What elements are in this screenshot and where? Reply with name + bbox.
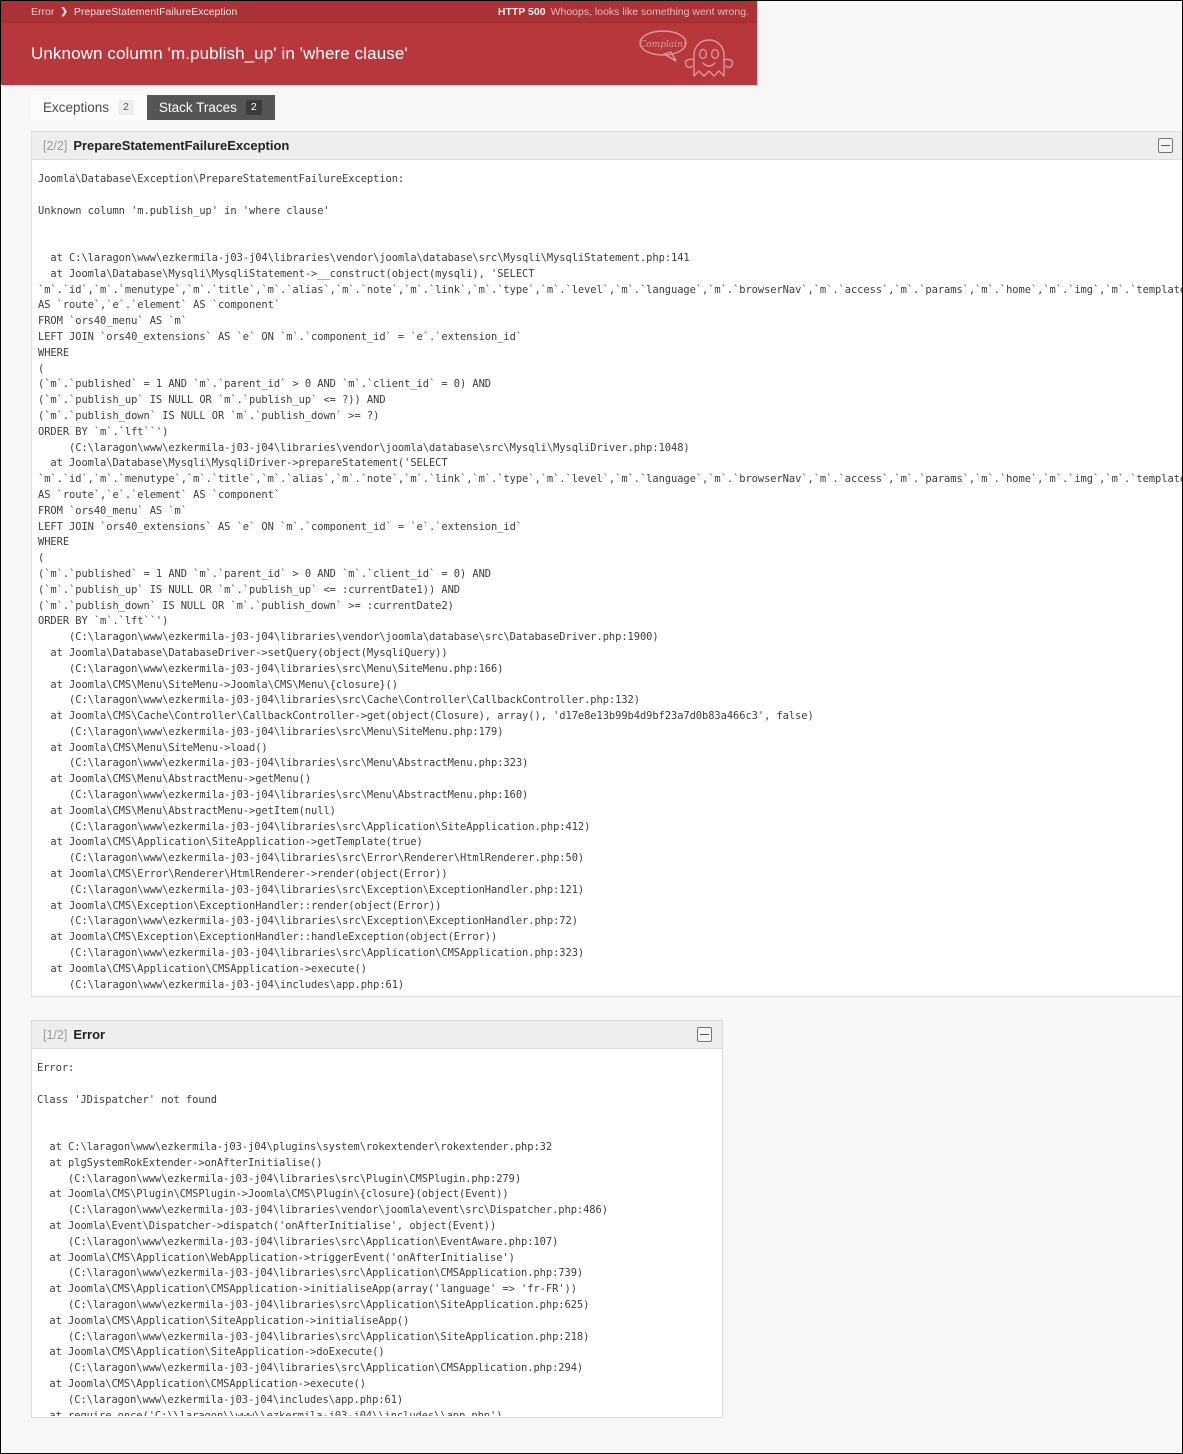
breadcrumb: Error ❯ PrepareStatementFailureException [31, 6, 237, 18]
stack-trace-text: Error: Class 'JDispatcher' not found at … [37, 1062, 608, 1416]
ghost-mascot-icon: Complain! [631, 24, 741, 84]
error-header: Error ❯ PrepareStatementFailureException… [1, 1, 757, 85]
breadcrumb-root[interactable]: Error [31, 6, 54, 18]
http-status: HTTP 500 Whoops, looks like something we… [498, 6, 749, 18]
tab-exceptions[interactable]: Exceptions 2 [31, 95, 147, 120]
panel-index: [2/2] [43, 139, 68, 153]
minus-icon[interactable] [1158, 138, 1173, 153]
error-header-body: Unknown column 'm.publish_up' in 'where … [1, 23, 757, 85]
tab-exceptions-count: 2 [118, 100, 134, 115]
error-page: Error ❯ PrepareStatementFailureException… [1, 1, 1182, 1453]
http-status-text: Whoops, looks like something went wrong. [550, 5, 749, 18]
panel-body: Error: Class 'JDispatcher' not found at … [32, 1049, 722, 1416]
panel-title-label: PrepareStatementFailureException [73, 138, 290, 153]
http-status-code: HTTP 500 [497, 5, 546, 18]
tab-bar: Exceptions 2 Stack Traces 2 [31, 95, 275, 120]
panel-index: [1/2] [43, 1028, 68, 1042]
breadcrumb-current: PrepareStatementFailureException [73, 5, 238, 18]
tab-exceptions-label: Exceptions [43, 99, 110, 115]
minus-icon[interactable] [697, 1027, 712, 1042]
error-header-topbar: Error ❯ PrepareStatementFailureException… [1, 1, 757, 23]
stack-trace-panel-1: [1/2] Error Error: Class 'JDispatcher' n… [31, 1020, 723, 1418]
stack-trace-panel-2: [2/2] PrepareStatementFailureException J… [31, 131, 1182, 997]
tab-stack-traces-label: Stack Traces [158, 99, 237, 115]
chevron-right-icon: ❯ [60, 6, 68, 16]
panel-header: [1/2] Error [32, 1021, 722, 1049]
panel-title: [1/2] Error [43, 1027, 105, 1042]
tab-stack-traces[interactable]: Stack Traces 2 [146, 95, 275, 120]
panel-body: Joomla\Database\Exception\PrepareStateme… [32, 160, 1182, 995]
panel-header: [2/2] PrepareStatementFailureException [32, 132, 1182, 160]
mascot-bubble-label: Complain! [639, 40, 687, 50]
panel-title-label: Error [73, 1027, 106, 1042]
exception-message: Unknown column 'm.publish_up' in 'where … [31, 44, 408, 63]
panel-title: [2/2] PrepareStatementFailureException [43, 138, 289, 153]
stack-trace-text: Joomla\Database\Exception\PrepareStateme… [38, 173, 1182, 995]
tab-stack-traces-count: 2 [245, 100, 262, 115]
